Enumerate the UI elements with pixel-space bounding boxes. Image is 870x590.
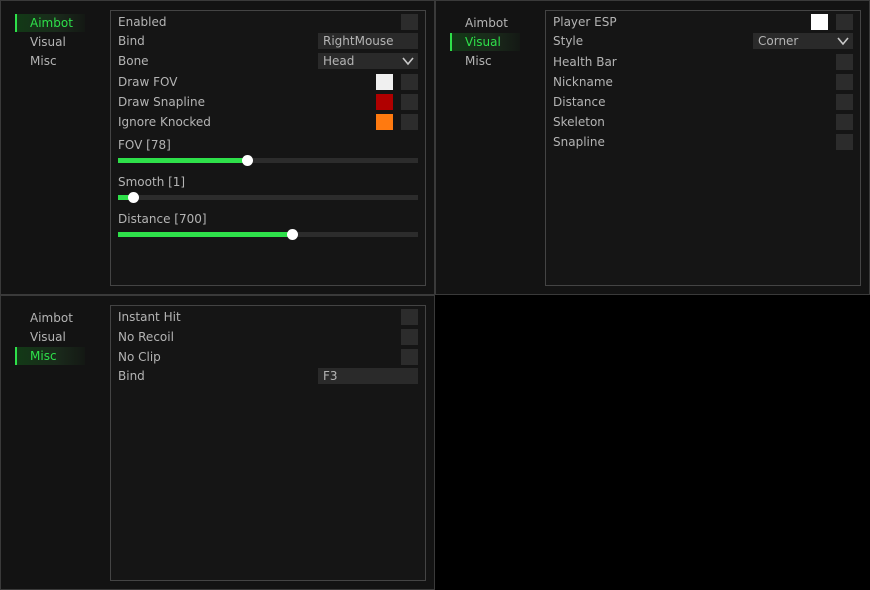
player-esp-label: Player ESP bbox=[553, 15, 617, 29]
draw-snapline-row: Draw Snapline bbox=[118, 93, 418, 111]
instant-hit-label: Instant Hit bbox=[118, 310, 181, 324]
instant-hit-row: Instant Hit bbox=[118, 308, 418, 326]
draw-snapline-color-swatch[interactable] bbox=[376, 94, 393, 110]
no-recoil-checkbox[interactable] bbox=[401, 329, 418, 345]
tab-visual[interactable]: Visual bbox=[450, 33, 520, 51]
ignore-knocked-color-swatch[interactable] bbox=[376, 114, 393, 130]
tab-aimbot[interactable]: Aimbot bbox=[450, 14, 520, 32]
distance-row: Distance bbox=[553, 93, 853, 111]
sidebar: Aimbot Visual Misc bbox=[1, 1, 111, 294]
style-label: Style bbox=[553, 34, 584, 48]
misc-bind-row: Bind F3 bbox=[118, 367, 418, 385]
visual-window: Aimbot Visual Misc Player ESP Style Corn… bbox=[435, 0, 870, 295]
no-clip-checkbox[interactable] bbox=[401, 349, 418, 365]
fov-slider-fill bbox=[118, 158, 247, 163]
smooth-slider-knob[interactable] bbox=[128, 192, 139, 203]
draw-fov-color-swatch[interactable] bbox=[376, 74, 393, 90]
smooth-slider[interactable] bbox=[118, 192, 418, 203]
chevron-down-icon bbox=[837, 37, 849, 46]
player-esp-color-swatch[interactable] bbox=[811, 14, 828, 30]
bone-dropdown-value: Head bbox=[323, 54, 355, 68]
no-recoil-label: No Recoil bbox=[118, 330, 174, 344]
health-bar-checkbox[interactable] bbox=[836, 54, 853, 70]
enabled-checkbox[interactable] bbox=[401, 14, 418, 30]
tab-misc[interactable]: Misc bbox=[15, 347, 85, 365]
style-dropdown[interactable]: Corner bbox=[753, 33, 853, 49]
sidebar: Aimbot Visual Misc bbox=[436, 1, 546, 294]
tab-visual[interactable]: Visual bbox=[15, 328, 85, 346]
bone-label: Bone bbox=[118, 54, 149, 68]
nickname-label: Nickname bbox=[553, 75, 613, 89]
aimbot-window: Aimbot Visual Misc Enabled Bind RightMou… bbox=[0, 0, 435, 295]
visual-panel: Player ESP Style Corner Health Bar Nickn… bbox=[545, 10, 861, 286]
enabled-label: Enabled bbox=[118, 15, 167, 29]
ignore-knocked-checkbox[interactable] bbox=[401, 114, 418, 130]
distance-checkbox[interactable] bbox=[836, 94, 853, 110]
ignore-knocked-label: Ignore Knocked bbox=[118, 115, 211, 129]
tab-aimbot[interactable]: Aimbot bbox=[15, 309, 85, 327]
bone-dropdown[interactable]: Head bbox=[318, 53, 418, 69]
draw-fov-row: Draw FOV bbox=[118, 73, 418, 91]
distance-label: Distance bbox=[553, 95, 606, 109]
draw-snapline-checkbox[interactable] bbox=[401, 94, 418, 110]
fov-slider-knob[interactable] bbox=[242, 155, 253, 166]
distance-slider-knob[interactable] bbox=[287, 229, 298, 240]
tab-misc[interactable]: Misc bbox=[15, 52, 85, 70]
health-bar-label: Health Bar bbox=[553, 55, 617, 69]
skeleton-checkbox[interactable] bbox=[836, 114, 853, 130]
snapline-label: Snapline bbox=[553, 135, 605, 149]
player-esp-checkbox[interactable] bbox=[836, 14, 853, 30]
fov-slider[interactable] bbox=[118, 155, 418, 166]
distance-slider-label: Distance [700] bbox=[118, 212, 207, 226]
nickname-row: Nickname bbox=[553, 73, 853, 91]
tab-visual[interactable]: Visual bbox=[15, 33, 85, 51]
player-esp-row: Player ESP bbox=[553, 13, 853, 31]
health-bar-row: Health Bar bbox=[553, 53, 853, 71]
style-row: Style Corner bbox=[553, 32, 853, 50]
bind-row: Bind RightMouse bbox=[118, 32, 418, 50]
distance-slider-fill bbox=[118, 232, 292, 237]
fov-slider-label: FOV [78] bbox=[118, 138, 171, 152]
skeleton-row: Skeleton bbox=[553, 113, 853, 131]
draw-fov-label: Draw FOV bbox=[118, 75, 178, 89]
bind-input[interactable]: RightMouse bbox=[318, 33, 418, 49]
sidebar: Aimbot Visual Misc bbox=[1, 296, 111, 589]
no-clip-row: No Clip bbox=[118, 348, 418, 366]
bone-row: Bone Head bbox=[118, 52, 418, 70]
no-clip-label: No Clip bbox=[118, 350, 161, 364]
snapline-row: Snapline bbox=[553, 133, 853, 151]
style-dropdown-value: Corner bbox=[758, 34, 799, 48]
smooth-slider-label: Smooth [1] bbox=[118, 175, 186, 189]
ignore-knocked-row: Ignore Knocked bbox=[118, 113, 418, 131]
draw-snapline-label: Draw Snapline bbox=[118, 95, 206, 109]
misc-panel: Instant Hit No Recoil No Clip Bind F3 bbox=[110, 305, 426, 581]
misc-bind-label: Bind bbox=[118, 369, 145, 383]
aimbot-panel: Enabled Bind RightMouse Bone Head Draw F… bbox=[110, 10, 426, 286]
instant-hit-checkbox[interactable] bbox=[401, 309, 418, 325]
skeleton-label: Skeleton bbox=[553, 115, 605, 129]
snapline-checkbox[interactable] bbox=[836, 134, 853, 150]
bind-label: Bind bbox=[118, 34, 145, 48]
misc-window: Aimbot Visual Misc Instant Hit No Recoil… bbox=[0, 295, 435, 590]
tab-aimbot[interactable]: Aimbot bbox=[15, 14, 85, 32]
no-recoil-row: No Recoil bbox=[118, 328, 418, 346]
misc-bind-input[interactable]: F3 bbox=[318, 368, 418, 384]
draw-fov-checkbox[interactable] bbox=[401, 74, 418, 90]
nickname-checkbox[interactable] bbox=[836, 74, 853, 90]
chevron-down-icon bbox=[402, 57, 414, 66]
distance-slider[interactable] bbox=[118, 229, 418, 240]
enabled-row: Enabled bbox=[118, 13, 418, 31]
tab-misc[interactable]: Misc bbox=[450, 52, 520, 70]
